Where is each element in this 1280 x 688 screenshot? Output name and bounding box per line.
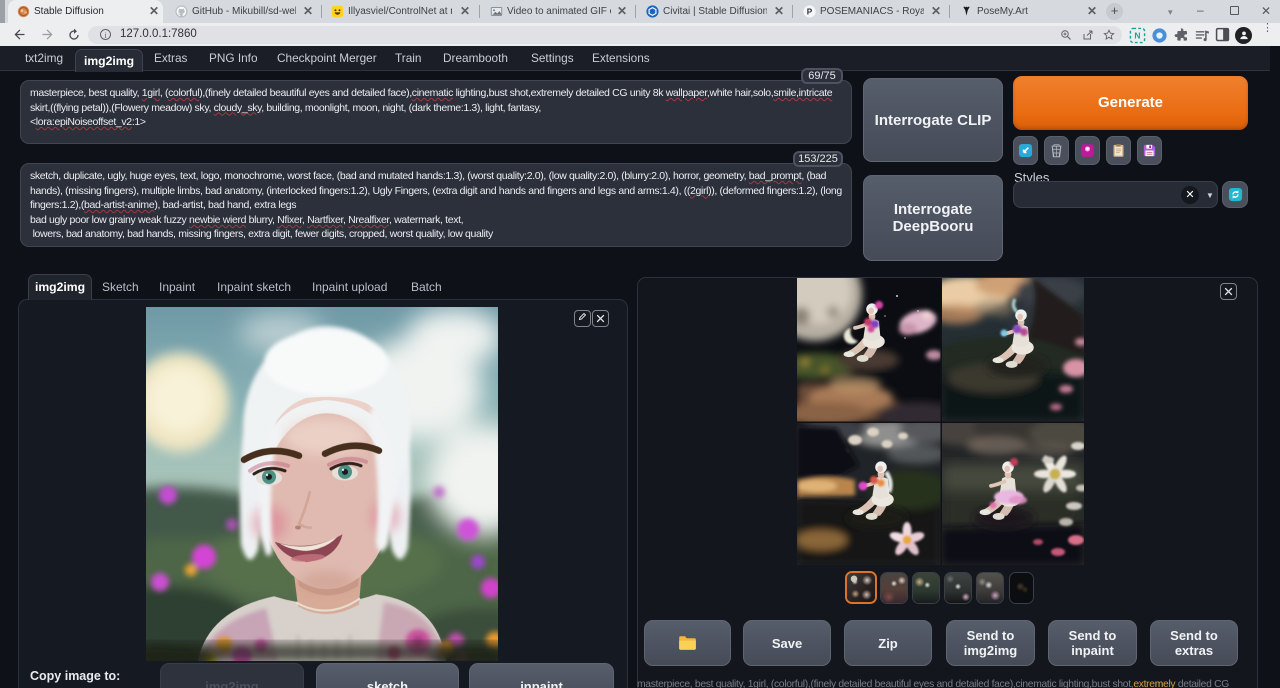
svg-text:P: P [807,7,813,16]
svg-text:N: N [1134,31,1140,41]
